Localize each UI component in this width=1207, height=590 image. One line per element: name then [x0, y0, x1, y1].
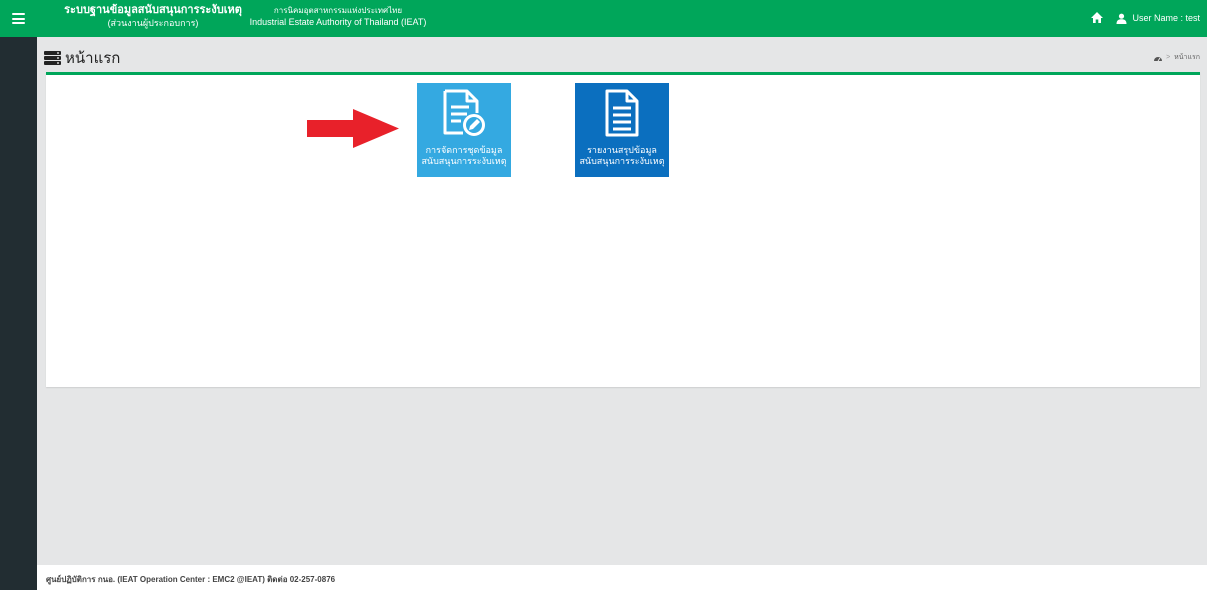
org-name-thai: การนิคมอุตสาหกรรมแห่งประเทศไทย	[273, 6, 403, 15]
document-icon	[605, 89, 639, 137]
user-icon	[1116, 13, 1127, 24]
edit-document-icon	[443, 89, 485, 136]
tile-manage-data-line2: สนับสนุนการระงับเหตุ	[421, 156, 507, 166]
breadcrumb: > หน้าแรก	[1154, 52, 1200, 63]
tile-summary-report-line2: สนับสนุนการระงับเหตุ	[579, 156, 665, 166]
tile-summary-report-line1: รายงานสรุปข้อมูล	[587, 145, 657, 155]
sidebar	[0, 37, 37, 590]
tile-manage-data[interactable]: การจัดการชุดข้อมูล สนับสนุนการระงับเหตุ	[417, 83, 511, 177]
footer: ศูนย์ปฏิบัติการ กนอ. (IEAT Operation Cen…	[37, 565, 1207, 590]
brand-subtitle: (ส่วนงานผู้ประกอบการ)	[107, 18, 199, 28]
arrow-right-icon	[307, 109, 399, 148]
sidebar-toggle-button[interactable]	[0, 0, 37, 37]
org-name-english: Industrial Estate Authority of Thailand …	[249, 17, 427, 27]
breadcrumb-current: หน้าแรก	[1174, 54, 1200, 61]
dashboard-icon[interactable]	[1154, 54, 1163, 61]
hamburger-icon	[12, 13, 25, 24]
footer-text: ศูนย์ปฏิบัติการ กนอ. (IEAT Operation Cen…	[46, 575, 336, 584]
home-button[interactable]	[1090, 11, 1104, 25]
page-title-text: หน้าแรก	[65, 50, 121, 67]
tile-summary-report-label: รายงานสรุปข้อมูล สนับสนุนการระงับเหตุ	[579, 145, 664, 167]
tile-manage-data-label: การจัดการชุดข้อมูล สนับสนุนการระงับเหตุ	[421, 145, 506, 167]
brand-title: ระบบฐานข้อมูลสนับสนุนการระงับเหตุ	[64, 4, 242, 16]
app-brand[interactable]: ระบบฐานข้อมูลสนับสนุนการระงับเหตุ (ส่วนง…	[58, 4, 248, 30]
content-header: หน้าแรก > หน้าแรก	[37, 37, 1207, 73]
top-navbar: ระบบฐานข้อมูลสนับสนุนการระงับเหตุ (ส่วนง…	[0, 0, 1207, 37]
page-title: หน้าแรก	[44, 46, 120, 70]
user-menu[interactable]: User Name : test	[1116, 13, 1200, 24]
server-icon	[44, 51, 61, 65]
breadcrumb-separator: >	[1166, 54, 1171, 61]
navbar-right: User Name : test	[1090, 11, 1200, 25]
home-icon	[1091, 12, 1104, 23]
tile-summary-report[interactable]: รายงานสรุปข้อมูล สนับสนุนการระงับเหตุ	[575, 83, 669, 177]
tile-manage-data-line1: การจัดการชุดข้อมูล	[425, 145, 503, 155]
username-label: User Name : test	[1132, 13, 1200, 23]
org-name: การนิคมอุตสาหกรรมแห่งประเทศไทย Industria…	[248, 5, 428, 29]
